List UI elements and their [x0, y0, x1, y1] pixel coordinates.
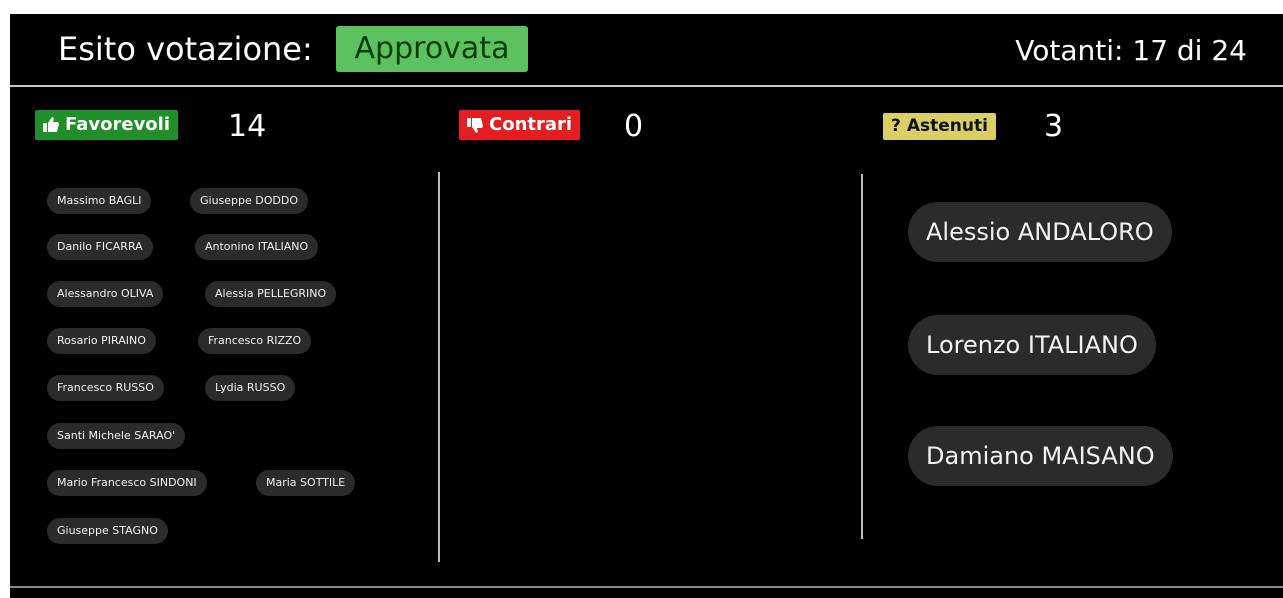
column-divider	[861, 174, 863, 539]
contrari-label: Contrari	[489, 114, 573, 135]
voters-count: Votanti: 17 di 24	[1015, 34, 1247, 67]
favorevoli-member: Francesco RUSSO	[47, 375, 164, 401]
favorevoli-member: Giuseppe STAGNO	[47, 518, 168, 544]
favorevoli-member: Alessia PELLEGRINO	[205, 281, 337, 307]
favorevoli-member: Maria SOTTILE	[256, 470, 356, 496]
astenuti-member: Lorenzo ITALIANO	[908, 315, 1156, 375]
astenuti-badge: ? Astenuti	[883, 113, 996, 140]
question-icon: ?	[891, 116, 901, 136]
favorevoli-member: Alessandro OLIVA	[47, 281, 164, 307]
astenuti-label: Astenuti	[906, 116, 988, 136]
header-divider	[10, 85, 1283, 87]
contrari-badge: Contrari	[459, 110, 581, 140]
favorevoli-member: Danilo FICARRA	[47, 234, 153, 260]
screen: Esito votazione: Approvata Votanti: 17 d…	[0, 0, 1283, 598]
favorevoli-count: 14	[228, 109, 267, 144]
outcome-badge: Approvata	[336, 26, 528, 72]
favorevoli-member: Rosario PIRAINO	[47, 328, 156, 354]
contrari-count: 0	[624, 109, 644, 144]
favorevoli-member: Mario Francesco SINDONI	[47, 470, 207, 496]
favorevoli-member: Lydia RUSSO	[205, 375, 296, 401]
favorevoli-member: Massimo BAGLI	[47, 188, 152, 214]
vote-result-panel: Esito votazione: Approvata Votanti: 17 d…	[10, 14, 1283, 598]
thumbs-up-icon	[43, 110, 59, 140]
astenuti-member: Alessio ANDALORO	[908, 202, 1172, 262]
favorevoli-member: Antonino ITALIANO	[195, 234, 319, 260]
footer-divider	[10, 586, 1283, 588]
astenuti-member: Damiano MAISANO	[908, 426, 1173, 486]
favorevoli-member: Santi Michele SARAO'	[47, 423, 186, 449]
favorevoli-badge: Favorevoli	[35, 110, 179, 140]
astenuti-count: 3	[1044, 109, 1064, 144]
favorevoli-member: Francesco RIZZO	[198, 328, 312, 354]
thumbs-down-icon	[467, 110, 483, 140]
favorevoli-member: Giuseppe DODDO	[190, 188, 309, 214]
vote-result-title: Esito votazione:	[58, 30, 313, 68]
favorevoli-label: Favorevoli	[65, 114, 171, 135]
column-divider	[438, 172, 440, 562]
